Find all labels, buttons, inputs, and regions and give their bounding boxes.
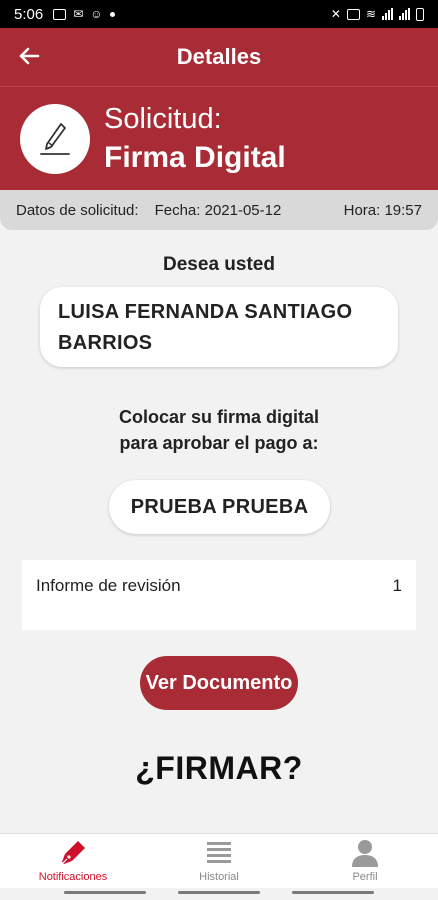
signal-icon xyxy=(399,8,410,20)
nav-item-notificaciones[interactable]: Notificaciones xyxy=(0,834,146,888)
wifi-icon: ≋ xyxy=(365,7,376,21)
nav-item-perfil[interactable]: Perfil xyxy=(292,834,438,888)
meta-label: Datos de solicitud: xyxy=(16,201,139,219)
nfc-icon xyxy=(346,8,360,20)
report-label: Informe de revisión xyxy=(36,576,181,595)
meta-time: Hora: 19:57 xyxy=(343,201,422,219)
request-meta: Datos de solicitud: Fecha: 2021-05-12 Ho… xyxy=(0,190,438,230)
nav-item-historial[interactable]: Historial xyxy=(146,834,292,888)
app-icon: ☺ xyxy=(90,7,103,21)
person-name: LUISA FERNANDA SANTIAGO BARRIOS xyxy=(40,287,398,367)
report-row: Informe de revisión 1 xyxy=(22,560,416,630)
sign-prompt[interactable]: ¿FIRMAR? xyxy=(0,750,438,787)
list-icon xyxy=(203,838,235,868)
meta-date: Fecha: 2021-05-12 xyxy=(154,201,282,219)
nav-label: Historial xyxy=(199,871,239,883)
hero-label: Solicitud: xyxy=(104,103,222,135)
signal-icon xyxy=(382,8,393,20)
bottom-nav: Notificaciones Historial Perfil xyxy=(0,833,438,888)
nav-label: Perfil xyxy=(352,871,378,883)
page-title: Detalles xyxy=(176,44,262,69)
pen-signature-icon xyxy=(20,104,90,174)
image-icon xyxy=(53,8,67,20)
mute-icon: ✕ xyxy=(330,7,341,21)
request-hero: Solicitud: Firma Digital xyxy=(0,86,438,190)
pen-nib-icon xyxy=(57,838,89,868)
mail-icon: ✉ xyxy=(73,7,84,21)
question-detail: Colocar su firma digital para aprobar el… xyxy=(118,407,320,453)
dot-icon xyxy=(109,11,115,17)
app-header: Detalles xyxy=(0,28,438,86)
view-document-button[interactable]: Ver Documento xyxy=(140,656,298,710)
hero-request-type: Firma Digital xyxy=(104,141,286,174)
user-icon xyxy=(349,838,381,868)
status-time: 5:06 xyxy=(14,5,44,23)
report-value: 1 xyxy=(392,576,402,595)
status-bar: 5:06 ✉ ☺ ✕ ≋ xyxy=(0,0,438,28)
question-intro: Desea usted xyxy=(163,254,275,275)
payee-name: PRUEBA PRUEBA xyxy=(109,480,330,534)
nav-label: Notificaciones xyxy=(38,871,108,883)
gesture-bar xyxy=(0,888,438,900)
battery-icon xyxy=(416,7,424,21)
